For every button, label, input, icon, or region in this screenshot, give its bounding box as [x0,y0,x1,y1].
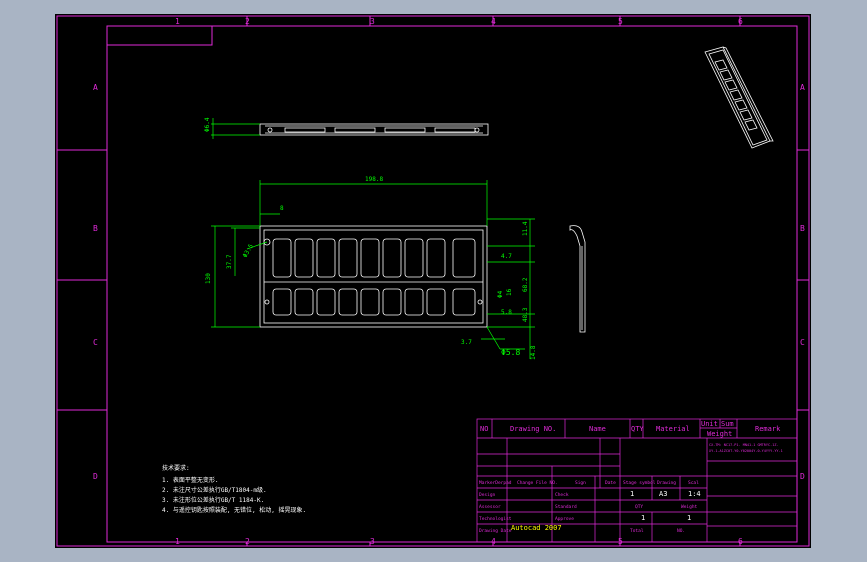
col-label-6: 6 [738,17,743,26]
col-label-3: 3 [370,17,375,26]
tb-header-drawing-no: Drawing NO. [510,425,556,433]
top-view-dim-label: Φ6.4 [204,117,211,132]
tb-software: Autocad 2007 [511,524,562,532]
tb-design: Design [479,492,496,498]
tb-no-label: NO. [677,528,685,534]
col-label-5: 5 [618,17,623,26]
tb-stage-symbol: Stage symbol [623,480,656,486]
dim-bottom-right: 14.8 [530,345,537,360]
dim-right-b: 16 [506,288,513,296]
dim-bottom-hole: Φ5.8 [501,348,520,357]
tb-standard: Standard [555,504,577,510]
row-label-b-right: B [800,224,805,233]
tb-sign: Sign [575,480,586,486]
tb-header-name: Name [589,425,606,433]
top-view [259,123,489,136]
tb-scale-value: 1:4 [688,490,701,498]
notes-item-1: 1. 表面平整无变形. [162,476,218,484]
notes-item-2: 2. 未注尺寸公差执行GB/T1804-m级. [162,486,267,494]
tb-scale: Scal [688,480,699,486]
tb-stage-value: 1 [630,490,634,498]
row-label-c-right: C [800,338,805,347]
col-label-4-bottom: 4 [491,537,496,546]
tb-approve: Approve [555,516,574,522]
col-label-1-bottom: 1 [175,537,180,546]
tb-check: Check [555,492,569,498]
dim-overall-height: 130 [205,273,212,284]
tb-weight-label: Weight [681,504,698,510]
col-label-2-bottom: 2 [245,537,250,546]
cad-drawing: 1 2 3 4 5 6 1 2 3 4 5 6 A B C D A B C D … [56,15,810,547]
tb-drawing: Drawing [657,480,676,486]
tb-header-sum: Sum [721,420,734,428]
dim-left-inset: 37.7 [226,254,233,269]
tb-assessor: Assessor [479,504,501,510]
col-label-3-bottom: 3 [370,537,375,546]
col-label-4: 4 [491,17,496,26]
dim-bottom-left: 3.7 [461,339,472,346]
tb-qty-label: QTY [635,504,643,510]
tb-total-label: Total [630,528,644,534]
dim-top-small: 8 [280,205,284,212]
dim-right-a: 4.7 [501,253,512,260]
tb-small-text-2: XY-1-A1ZC0T-Y0-Y02004Y-0-Y4YYY-YY-1 [709,449,783,453]
col-label-5-bottom: 5 [618,537,623,546]
tb-qty-value: 1 [641,514,645,522]
tb-header-unit: Unit [701,420,718,428]
tb-header-remark: Remark [755,425,781,433]
isometric-view [704,46,774,149]
row-label-c: C [93,338,98,347]
dim-right-c: Φ4 [497,290,504,298]
tb-header-qty: QTY [631,425,644,433]
dim-overall-width: 198.8 [365,176,383,183]
col-label-1: 1 [175,17,180,26]
dim-left-small: Φ3.5 [242,243,255,259]
top-view-dimension [211,118,260,139]
tb-header-material: Material [656,425,690,433]
tb-technologist: Technologist [479,516,512,522]
tb-drawing-date: Drawing Date [479,528,512,534]
col-label-6-bottom: 6 [738,537,743,546]
tb-header-no: NO [480,425,488,433]
row-label-d-right: D [800,472,805,481]
title-block-small-text: CX-TM: NC17-P1. MN41-1 GMTRYC-1Z. XY-1-A… [709,443,783,453]
tb-change-file: Change File NO. [517,480,558,486]
row-label-b: B [93,224,98,233]
tb-small-text-1: CX-TM: NC17-P1. MN41-1 GMTRYC-1Z. [709,443,779,447]
col-label-2: 2 [245,17,250,26]
notes-title: 技术要求: [162,464,190,472]
row-label-d: D [93,472,98,481]
title-block-values: Autocad 2007 1 A3 1:4 1 1 [511,490,701,532]
dim-right-d: 68.2 [522,277,529,292]
technical-notes: 技术要求: 1. 表面平整无变形. 2. 未注尺寸公差执行GB/T1804-m级… [162,464,306,514]
dim-right-f: 48.3 [522,307,529,322]
notes-item-3: 3. 未注形位公差执行GB/T 1184-K. [162,496,264,504]
row-label-a-right: A [800,83,805,92]
tb-marker: MarkerDerpad [479,480,512,486]
row-label-a: A [93,83,98,92]
title-block-header: NO Drawing NO. Name QTY Material Unit Su… [480,420,781,438]
sheet-grid-labels: 1 2 3 4 5 6 1 2 3 4 5 6 A B C D A B C D [93,17,805,546]
side-view [569,225,586,333]
tb-weight-value: 1 [687,514,691,522]
tb-drawing-value: A3 [659,490,667,498]
front-view [259,225,488,328]
notes-item-4: 4. 与遥控钥匙按照装配, 无错位, 松动, 摇晃现象. [162,506,306,514]
dim-right-e: 5.8 [501,309,512,316]
tb-header-weight: Weight [707,430,732,438]
tb-date: Date [605,480,616,486]
cad-viewport[interactable]: 1 2 3 4 5 6 1 2 3 4 5 6 A B C D A B C D … [55,14,811,548]
dim-right-top: 11.4 [522,221,529,236]
